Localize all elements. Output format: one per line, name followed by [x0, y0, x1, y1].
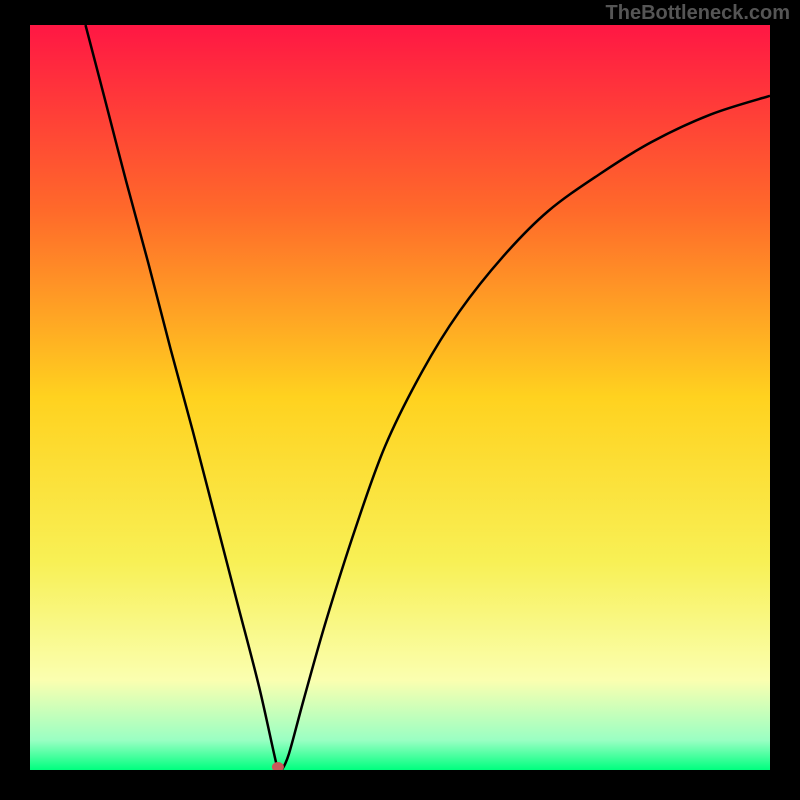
watermark-label: TheBottleneck.com	[606, 2, 790, 25]
chart-container: TheBottleneck.com	[0, 0, 800, 800]
plot-svg	[30, 25, 770, 770]
plot-area	[30, 25, 770, 770]
